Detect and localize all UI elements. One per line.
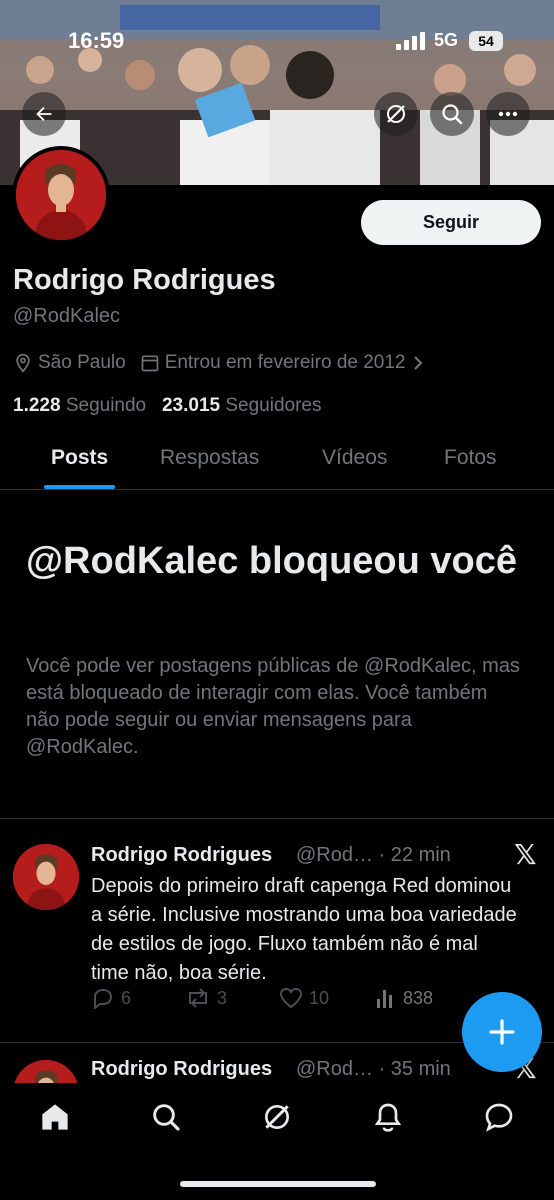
blocked-title: @RodKalec bloqueou você — [26, 540, 518, 582]
views-button[interactable]: 838 — [375, 987, 433, 1009]
views-chart-icon — [377, 990, 392, 1008]
grok-icon — [387, 105, 405, 123]
post-handle-time: @Rod… · 22 min — [296, 844, 451, 866]
x-logo-icon: 𝕏 — [514, 839, 537, 870]
post-author-name[interactable]: Rodrigo Rodrigues — [91, 844, 272, 867]
status-bar: 16:59 5G 54 — [0, 0, 554, 80]
joined-text: Entrou em fevereiro de 2012 — [164, 352, 406, 373]
signal-icon — [396, 32, 425, 50]
post-author-name[interactable]: Rodrigo Rodrigues — [91, 1058, 272, 1081]
joined-date[interactable]: Entrou em fevereiro de 2012 — [140, 352, 429, 374]
back-arrow-icon — [36, 106, 52, 122]
profile-tabs: Posts Respostas Vídeos Fotos — [0, 432, 554, 490]
profile-avatar[interactable] — [12, 146, 110, 244]
battery-indicator: 54 — [469, 31, 503, 51]
post-avatar[interactable] — [13, 844, 79, 910]
back-button[interactable] — [22, 92, 66, 136]
tab-respostas[interactable]: Respostas — [160, 446, 259, 470]
followers-link[interactable]: 23.015 Seguidores — [162, 395, 322, 416]
search-icon — [442, 104, 463, 125]
reply-button[interactable]: 6 — [91, 987, 131, 1009]
followers-label: Seguidores — [225, 395, 322, 416]
network-type: 5G — [434, 30, 459, 50]
tab-posts[interactable]: Posts — [51, 446, 108, 470]
following-link[interactable]: 1.228 Seguindo — [13, 395, 146, 416]
reply-count: 6 — [121, 987, 132, 1008]
reply-icon — [94, 988, 113, 1009]
profile-name: Rodrigo Rodrigues — [13, 264, 276, 296]
nav-messages[interactable] — [482, 1100, 516, 1134]
follow-button[interactable]: Seguir — [361, 200, 541, 245]
views-count: 838 — [403, 987, 434, 1008]
avatar-photo — [13, 844, 79, 910]
grok-button[interactable] — [374, 92, 418, 136]
like-count: 10 — [309, 987, 330, 1008]
more-icon — [498, 111, 518, 117]
plus-icon — [489, 1019, 515, 1045]
repost-icon — [189, 988, 207, 1008]
calendar-icon — [141, 355, 159, 372]
location-pin-icon — [16, 353, 30, 373]
grok-icon — [265, 1105, 289, 1129]
follow-counts: 1.228 Seguindo 23.015 Seguidores — [13, 395, 322, 417]
avatar-photo — [13, 1060, 79, 1083]
notifications-icon — [374, 1103, 402, 1132]
heart-icon — [279, 987, 303, 1009]
chevron-right-icon — [413, 356, 422, 370]
location: São Paulo — [13, 352, 126, 374]
blocked-message: Você pode ver postagens públicas de @Rod… — [26, 655, 520, 758]
tab-fotos[interactable]: Fotos — [444, 446, 497, 470]
active-tab-indicator — [44, 485, 115, 489]
nav-grok[interactable] — [260, 1100, 294, 1134]
home-icon — [42, 1104, 68, 1130]
home-indicator — [180, 1181, 376, 1187]
search-icon — [153, 1104, 180, 1131]
search-button[interactable] — [430, 92, 474, 136]
nav-notifications[interactable] — [371, 1100, 405, 1134]
profile-handle: @RodKalec — [13, 305, 121, 327]
location-text: São Paulo — [38, 352, 126, 373]
nav-search[interactable] — [149, 1100, 183, 1134]
profile-meta: São Paulo Entrou em fevereiro de 2012 — [13, 352, 443, 374]
nav-home[interactable] — [38, 1100, 72, 1134]
post-avatar[interactable] — [13, 1060, 79, 1083]
avatar-photo — [16, 150, 106, 240]
repost-count: 3 — [217, 987, 228, 1008]
following-count: 1.228 — [13, 395, 61, 416]
like-button[interactable]: 10 — [279, 987, 329, 1009]
compose-post-button[interactable] — [462, 992, 542, 1072]
post-text: Depois do primeiro draft capenga Red dom… — [91, 875, 517, 984]
followers-count: 23.015 — [161, 395, 221, 416]
following-label: Seguindo — [65, 395, 147, 416]
messages-icon — [485, 1103, 513, 1132]
more-button[interactable] — [486, 92, 530, 136]
status-time: 16:59 — [68, 28, 125, 53]
repost-button[interactable]: 3 — [185, 987, 227, 1009]
post-handle-time: @Rod… · 35 min — [296, 1058, 451, 1080]
tab-videos[interactable]: Vídeos — [322, 446, 387, 470]
